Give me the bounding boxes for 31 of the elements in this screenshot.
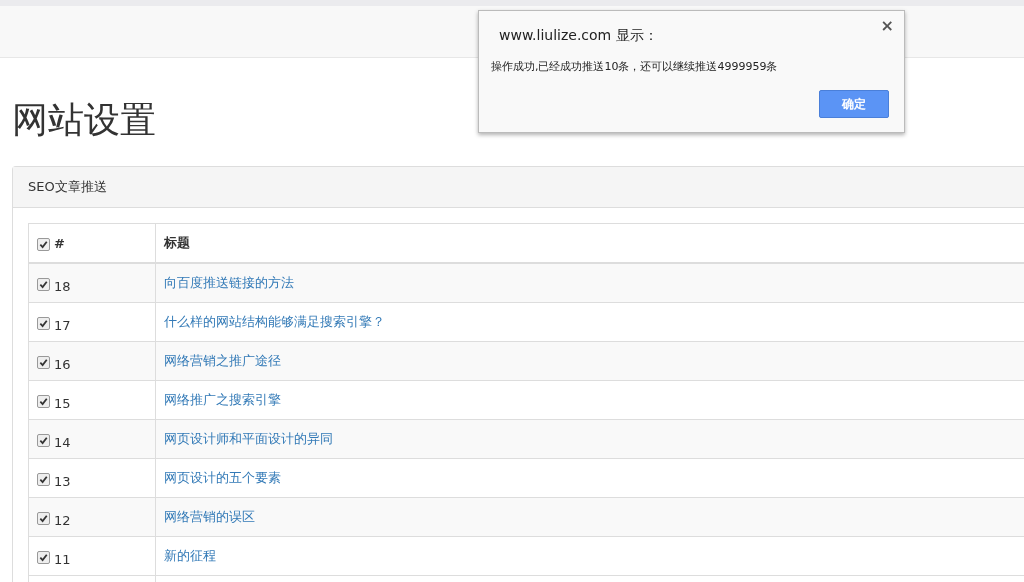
dialog-title: www.liulize.com 显示： xyxy=(499,27,658,45)
select-all-checkbox[interactable] xyxy=(37,237,50,251)
article-link[interactable]: 新的征程 xyxy=(164,548,216,563)
table-cell: 18 xyxy=(28,263,156,303)
table-cell: 11 xyxy=(28,536,156,576)
table-cell: 14 xyxy=(28,419,156,459)
row-checkbox[interactable] xyxy=(37,433,50,447)
article-link[interactable]: 什么样的网站结构能够满足搜索引擎？ xyxy=(164,314,385,329)
table-cell: 12 xyxy=(28,497,156,537)
row-checkbox[interactable] xyxy=(37,316,50,330)
article-link[interactable]: 网络营销之推广途径 xyxy=(164,353,281,368)
table-cell: 16 xyxy=(28,341,156,381)
table-cell: 15 xyxy=(28,380,156,420)
row-checkbox[interactable] xyxy=(37,394,50,408)
confirm-button[interactable]: 确定 xyxy=(819,90,889,118)
article-link[interactable]: 网络营销的误区 xyxy=(164,509,255,524)
row-checkbox[interactable] xyxy=(37,355,50,369)
article-link[interactable]: 网络推广之搜索引擎 xyxy=(164,392,281,407)
article-link[interactable]: 向百度推送链接的方法 xyxy=(164,275,294,290)
row-checkbox[interactable] xyxy=(37,550,50,564)
table-cell: 13 xyxy=(28,458,156,498)
dialog-message: 操作成功,已经成功推送10条，还可以继续推送4999959条 xyxy=(491,59,778,74)
page-title: 网站设置 xyxy=(12,98,156,142)
close-button[interactable]: × xyxy=(880,16,894,35)
panel-title: SEO文章推送 xyxy=(28,178,107,196)
article-link[interactable]: 网页设计的五个要素 xyxy=(164,470,281,485)
article-link[interactable]: 网页设计师和平面设计的异同 xyxy=(164,431,333,446)
table-cell: 17 xyxy=(28,302,156,342)
row-checkbox[interactable] xyxy=(37,277,50,291)
row-checkbox[interactable] xyxy=(37,511,50,525)
row-checkbox[interactable] xyxy=(37,472,50,486)
